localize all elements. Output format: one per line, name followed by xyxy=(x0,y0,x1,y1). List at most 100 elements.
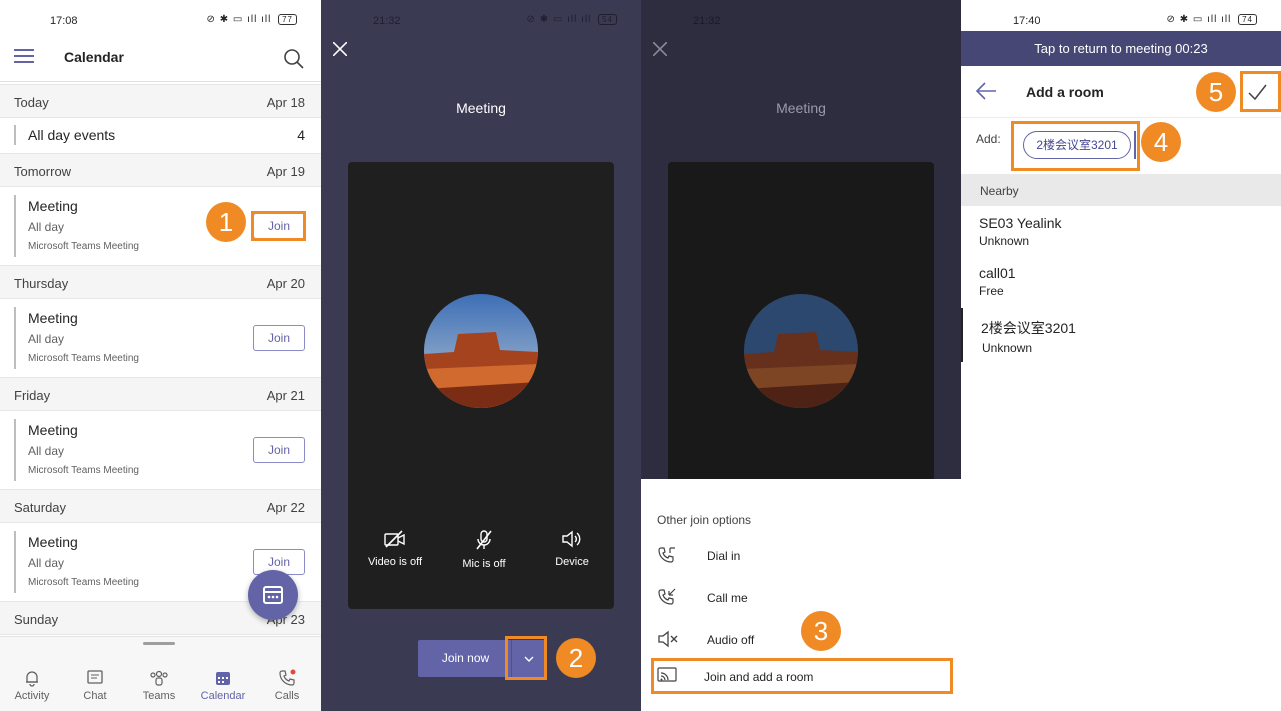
option-label: Audio off xyxy=(707,633,755,647)
step-highlight xyxy=(1011,121,1140,171)
tab-calls[interactable]: Calls xyxy=(257,669,317,702)
day-header-saturday: Saturday Apr 22 xyxy=(0,489,321,523)
video-off-icon xyxy=(384,530,405,548)
day-date: Apr 21 xyxy=(266,388,305,403)
avatar-image xyxy=(744,294,858,408)
event-title: Meeting xyxy=(28,310,78,326)
tab-teams[interactable]: Teams xyxy=(129,669,189,702)
event-title: Meeting xyxy=(28,422,78,438)
day-label: Tomorrow xyxy=(14,164,72,179)
meeting-title: Meeting xyxy=(776,100,826,116)
close-icon[interactable] xyxy=(653,42,667,56)
phone-outgoing-icon xyxy=(658,588,676,605)
selected-indicator xyxy=(961,308,963,362)
join-button[interactable]: Join xyxy=(253,325,305,351)
day-header-thursday: Thursday Apr 20 xyxy=(0,265,321,299)
nearby-header: Nearby xyxy=(961,174,1281,206)
back-arrow-icon[interactable] xyxy=(975,81,997,101)
tab-calendar[interactable]: Calendar xyxy=(193,669,253,702)
battery-icon: 74 xyxy=(1238,14,1257,25)
calendar-panel: 17:08 ⊘ ✱ ▭ ıll ıll 77 Calendar Today Ap… xyxy=(0,0,321,711)
prejoin-panel: 21:32 ⊘ ✱ ▭ ıll ıll 54 Meeting Video is … xyxy=(321,0,641,711)
step-highlight xyxy=(651,658,953,694)
tab-label: Calls xyxy=(274,690,300,702)
status-bar: 21:32 ⊘ ✱ ▭ ıll ıll 54 xyxy=(321,0,641,40)
event-bar xyxy=(14,531,16,593)
event-subtitle: Microsoft Teams Meeting xyxy=(28,465,139,476)
device-button[interactable]: Device xyxy=(532,530,612,568)
add-room-panel: 17:40 ⊘ ✱ ▭ ıll ıll 74 Tap to return to … xyxy=(961,0,1281,711)
step-badge: 5 xyxy=(1196,72,1236,112)
calendar-icon xyxy=(216,672,230,685)
day-label: Today xyxy=(14,95,49,110)
step-badge: 1 xyxy=(206,202,246,242)
avatar xyxy=(744,294,858,408)
battery-icon: 54 xyxy=(598,14,617,25)
day-header-tomorrow: Tomorrow Apr 19 xyxy=(0,153,321,187)
battery-icon: 77 xyxy=(278,14,297,25)
step-badge: 3 xyxy=(801,611,841,651)
bell-icon xyxy=(26,671,38,687)
page-title: Add a room xyxy=(1026,84,1104,100)
tab-chat[interactable]: Chat xyxy=(65,669,125,702)
step-badge: 4 xyxy=(1141,122,1181,162)
event-duration: All day xyxy=(28,220,65,234)
option-label: Call me xyxy=(707,591,748,605)
new-event-button[interactable] xyxy=(248,570,298,620)
phone-icon xyxy=(279,669,296,686)
page-title: Calendar xyxy=(64,49,124,65)
day-label: Thursday xyxy=(14,276,69,291)
status-time: 21:32 xyxy=(693,15,721,27)
tab-label: Activity xyxy=(14,690,50,702)
calendar-add-icon xyxy=(263,586,283,604)
event-title: Meeting xyxy=(28,534,78,550)
phone-incoming-icon xyxy=(658,547,675,563)
event-bar xyxy=(14,419,16,481)
day-date: Apr 20 xyxy=(266,276,305,291)
event-duration: All day xyxy=(28,332,65,346)
event-bar xyxy=(14,307,16,369)
search-icon[interactable] xyxy=(283,48,305,70)
add-label: Add: xyxy=(976,132,1001,146)
event-item[interactable]: Meeting All day Microsoft Teams Meeting … xyxy=(0,411,321,489)
event-subtitle: Microsoft Teams Meeting xyxy=(28,241,139,252)
sheet-title: Other join options xyxy=(657,513,752,527)
status-bar: 17:08 ⊘ ✱ ▭ ıll ıll 77 xyxy=(0,0,321,40)
day-header-friday: Friday Apr 21 xyxy=(0,377,321,411)
day-label: Saturday xyxy=(14,500,67,515)
step-highlight xyxy=(251,211,306,241)
all-day-events-row[interactable]: All day events 4 xyxy=(0,118,321,152)
room-status: Unknown xyxy=(979,234,1030,248)
event-subtitle: Microsoft Teams Meeting xyxy=(28,353,139,364)
event-bar xyxy=(14,125,16,145)
return-to-meeting-bar[interactable]: Tap to return to meeting 00:23 xyxy=(961,31,1281,66)
room-name: 2楼会议室3201 xyxy=(981,320,1076,336)
event-item[interactable]: Meeting All day Microsoft Teams Meeting … xyxy=(0,299,321,377)
day-label: Sunday xyxy=(14,612,59,627)
close-icon[interactable] xyxy=(333,42,347,56)
step-badge: 2 xyxy=(556,638,596,678)
video-toggle[interactable]: Video is off xyxy=(355,530,435,568)
tab-label: Calendar xyxy=(200,690,246,702)
join-options-panel: 21:32 Meeting Other join options Dial in… xyxy=(641,0,961,711)
hamburger-menu-icon[interactable] xyxy=(14,49,34,63)
status-icons: ⊘ ✱ ▭ ıll ıll 77 xyxy=(207,14,297,25)
day-date: Apr 22 xyxy=(266,500,305,515)
day-header-today: Today Apr 18 xyxy=(0,84,321,118)
control-label: Device xyxy=(555,556,589,568)
join-now-button[interactable]: Join now xyxy=(418,640,513,677)
room-name: SE03 Yealink xyxy=(979,215,1062,231)
avatar xyxy=(424,294,538,408)
chat-icon xyxy=(87,670,103,684)
option-label: Dial in xyxy=(707,549,741,563)
all-day-count: 4 xyxy=(297,127,305,143)
tab-activity[interactable]: Activity xyxy=(2,669,62,702)
join-button[interactable]: Join xyxy=(253,437,305,463)
mic-toggle[interactable]: Mic is off xyxy=(444,530,524,570)
avatar-image xyxy=(424,294,538,408)
mic-off-icon xyxy=(476,530,492,550)
all-day-label: All day events xyxy=(28,127,116,143)
drag-handle[interactable] xyxy=(143,642,175,645)
day-date: Apr 18 xyxy=(266,95,305,110)
day-label: Friday xyxy=(14,388,51,403)
